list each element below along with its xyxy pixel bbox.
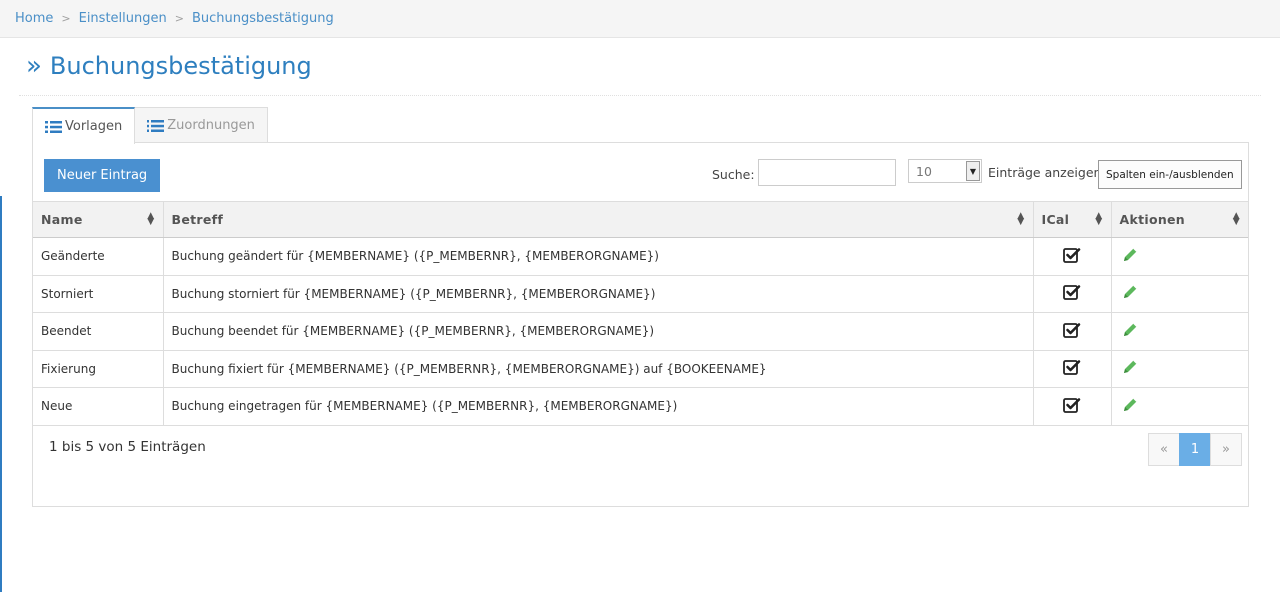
breadcrumb-separator: > — [61, 12, 71, 25]
cell-actions — [1111, 350, 1248, 388]
table-row: Fixierung Buchung fixiert für {MEMBERNAME… — [33, 350, 1248, 388]
sort-icon: ▲ ▼ — [1017, 211, 1025, 227]
pagination-page-1[interactable]: 1 — [1179, 433, 1211, 466]
cell-ical — [1033, 350, 1112, 388]
cell-name: Beendet — [33, 312, 164, 351]
cell-name: Fixierung — [33, 350, 164, 388]
breadcrumb-home[interactable]: Home — [15, 11, 53, 26]
templates-table: Name ▲ ▼ Betreff ▲ ▼ ICal ▲ ▼ Aktionen ▲ ▼ Geänd… — [33, 201, 1248, 426]
pagination: « 1 » — [1148, 433, 1242, 466]
vorlagen-panel: Neuer Eintrag Suche: 10 ▼ Einträge anzei… — [32, 142, 1249, 507]
cell-betreff: Buchung storniert für {MEMBERNAME} ({P_M… — [163, 275, 1034, 313]
table-header-row: Name ▲ ▼ Betreff ▲ ▼ ICal ▲ ▼ Aktionen ▲ ▼ — [33, 201, 1248, 238]
page-title: » Buchungsbestätigung — [26, 52, 312, 80]
cell-name: Neue — [33, 387, 164, 426]
search-label: Suche: — [712, 167, 755, 182]
cell-actions — [1111, 387, 1248, 426]
double-chevron-icon: » — [26, 51, 42, 81]
left-accent-rule — [0, 196, 2, 592]
table-row: Geänderte Buchung geändert für {MEMBERNAM… — [33, 237, 1248, 276]
table-row: Beendet Buchung beendet für {MEMBERNAME} … — [33, 312, 1248, 351]
breadcrumb-current[interactable]: Buchungsbestätigung — [192, 11, 334, 26]
page-title-text: Buchungsbestätigung — [49, 52, 312, 80]
cell-name: Storniert — [33, 275, 164, 313]
column-header-aktionen[interactable]: Aktionen ▲ ▼ — [1111, 201, 1248, 238]
cell-ical — [1033, 387, 1112, 426]
cell-ical — [1033, 312, 1112, 351]
column-header-name[interactable]: Name ▲ ▼ — [33, 201, 164, 238]
cell-betreff: Buchung geändert für {MEMBERNAME} ({P_ME… — [163, 237, 1034, 276]
ordered-list-icon — [147, 119, 165, 132]
checkbox-checked-icon — [1063, 360, 1081, 378]
tab-label: Vorlagen — [65, 119, 123, 134]
search-input[interactable] — [758, 159, 896, 186]
checkbox-checked-icon — [1063, 285, 1081, 303]
breadcrumb-separator: > — [174, 12, 184, 25]
table-info: 1 bis 5 von 5 Einträgen — [49, 439, 206, 455]
pagination-next[interactable]: » — [1210, 433, 1242, 466]
tab-vorlagen[interactable]: Vorlagen — [32, 107, 136, 144]
title-divider — [19, 95, 1261, 96]
sort-icon: ▲ ▼ — [1232, 211, 1240, 227]
cell-actions — [1111, 312, 1248, 351]
page-length-select[interactable]: 10 ▼ — [908, 159, 982, 183]
breadcrumb: Home > Einstellungen > Buchungsbestätigu… — [0, 0, 1280, 38]
cell-ical — [1033, 237, 1112, 276]
new-entry-button[interactable]: Neuer Eintrag — [44, 159, 161, 192]
checkbox-checked-icon — [1063, 247, 1081, 266]
edit-pencil-icon[interactable] — [1121, 396, 1139, 417]
breadcrumb-einstellungen[interactable]: Einstellungen — [79, 11, 167, 26]
table-row: Neue Buchung eingetragen für {MEMBERNAME}… — [33, 387, 1248, 426]
edit-pencil-icon[interactable] — [1121, 358, 1139, 379]
tab-label: Zuordnungen — [167, 118, 255, 133]
cell-betreff: Buchung fixiert für {MEMBERNAME} ({P_MEM… — [163, 350, 1034, 388]
table-row: Storniert Buchung storniert für {MEMBERNA… — [33, 275, 1248, 313]
pagination-prev[interactable]: « — [1148, 433, 1180, 466]
page-length-value: 10 — [916, 163, 932, 179]
edit-pencil-icon[interactable] — [1121, 246, 1139, 267]
toggle-columns-button[interactable]: Spalten ein-/ausblenden — [1098, 160, 1242, 189]
cell-actions — [1111, 275, 1248, 313]
edit-pencil-icon[interactable] — [1121, 283, 1139, 304]
cell-betreff: Buchung beendet für {MEMBERNAME} ({P_MEM… — [163, 312, 1034, 351]
cell-name: Geänderte — [33, 237, 164, 276]
cell-actions — [1111, 237, 1248, 276]
column-header-betreff[interactable]: Betreff ▲ ▼ — [163, 201, 1034, 238]
dropdown-arrow-icon: ▼ — [966, 161, 980, 181]
cell-ical — [1033, 275, 1112, 313]
list-icon — [45, 120, 62, 133]
checkbox-checked-icon — [1063, 397, 1081, 416]
tab-zuordnungen[interactable]: Zuordnungen — [134, 107, 268, 143]
page-length-label: Einträge anzeigen — [988, 165, 1102, 180]
tab-bar: Vorlagen Zuordnungen — [32, 107, 268, 144]
sort-icon: ▲ ▼ — [1095, 211, 1103, 227]
checkbox-checked-icon — [1063, 322, 1081, 341]
cell-betreff: Buchung eingetragen für {MEMBERNAME} ({P… — [163, 387, 1034, 426]
sort-icon: ▲ ▼ — [147, 211, 155, 227]
column-header-ical[interactable]: ICal ▲ ▼ — [1033, 201, 1112, 238]
edit-pencil-icon[interactable] — [1121, 321, 1139, 342]
